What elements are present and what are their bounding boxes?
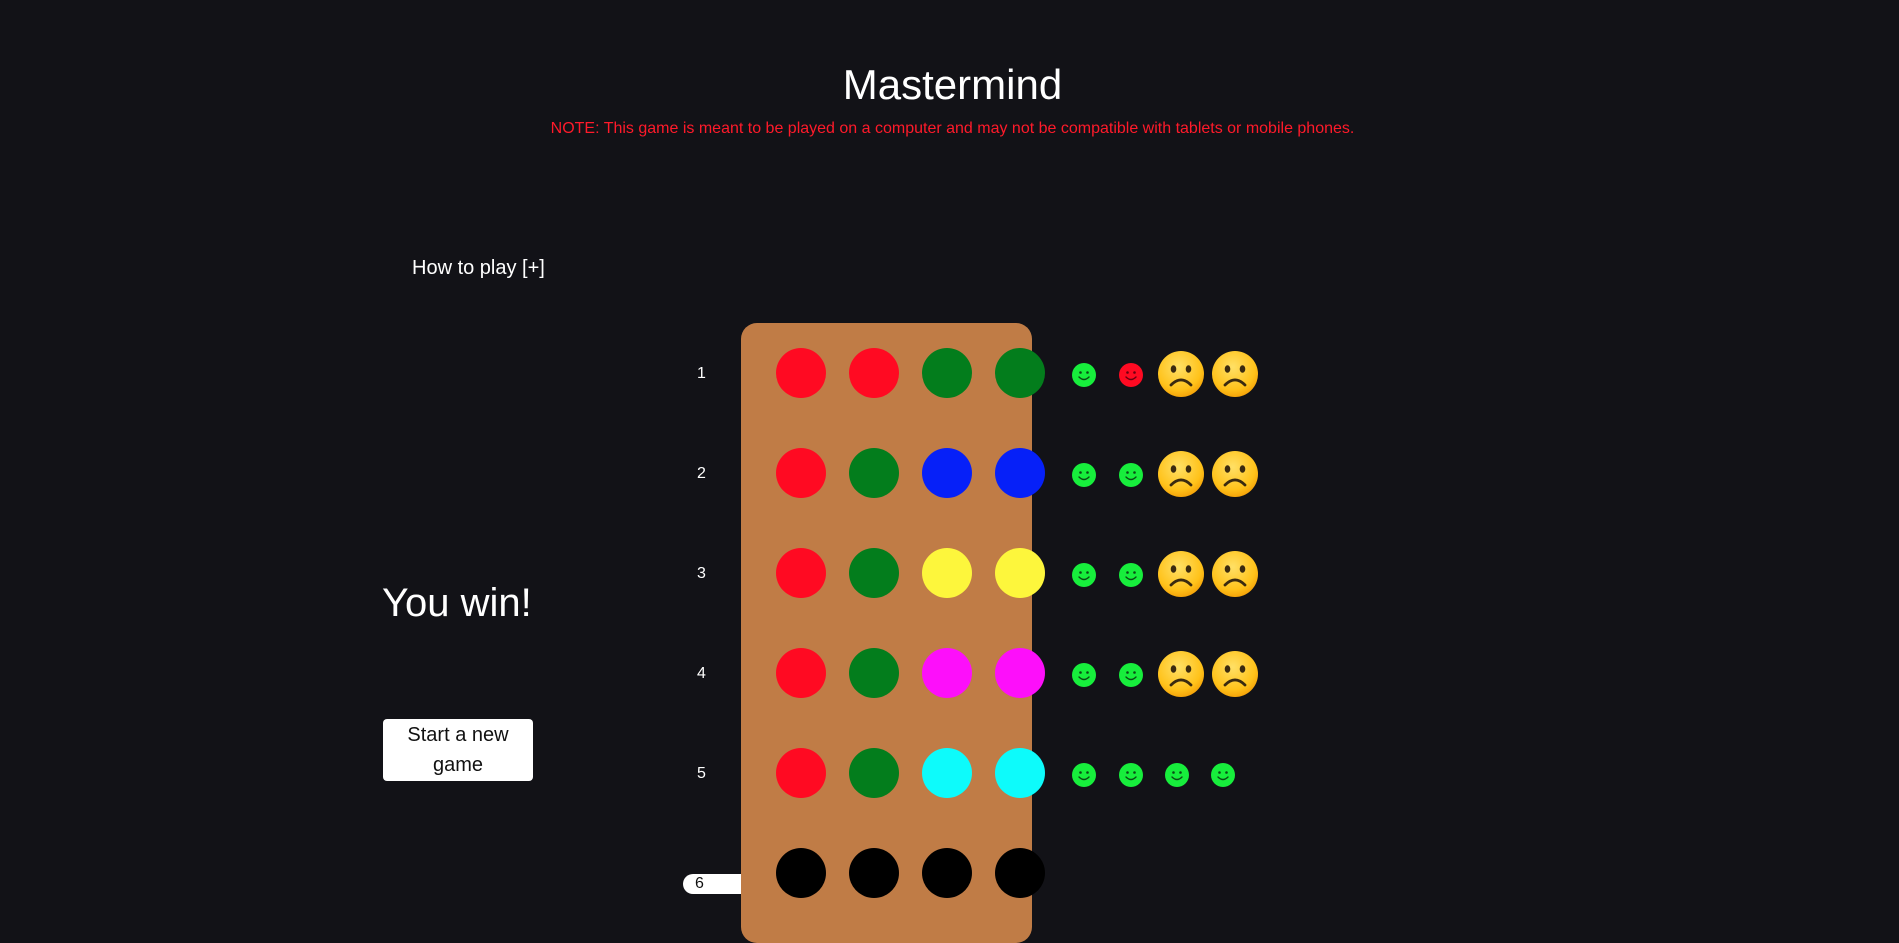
peg-empty[interactable]	[776, 848, 826, 898]
peg-green	[849, 648, 899, 698]
peg-green	[995, 348, 1045, 398]
peg-red	[776, 448, 826, 498]
row-number-6: 6	[683, 874, 741, 894]
frowning-face-icon	[1211, 550, 1259, 598]
exact-smiley-icon	[1072, 663, 1096, 687]
compatibility-note: NOTE: This game is meant to be played on…	[550, 120, 1355, 137]
exact-smiley-icon	[1119, 763, 1143, 787]
frowning-face-icon	[1211, 350, 1259, 398]
peg-empty[interactable]	[922, 848, 972, 898]
peg-cyan	[922, 748, 972, 798]
exact-smiley-icon	[1119, 663, 1143, 687]
peg-green	[849, 748, 899, 798]
row-number-4: 4	[697, 665, 706, 682]
peg-blue	[922, 448, 972, 498]
peg-green	[849, 548, 899, 598]
new-game-button[interactable]: Start a new game	[383, 719, 533, 781]
page-title: Mastermind	[842, 61, 1063, 108]
color-smiley-icon	[1119, 363, 1143, 387]
row-number-3: 3	[697, 565, 706, 582]
peg-blue	[995, 448, 1045, 498]
exact-smiley-icon	[1072, 363, 1096, 387]
frowning-face-icon	[1157, 550, 1205, 598]
peg-red	[776, 548, 826, 598]
row-number-1: 1	[697, 365, 706, 382]
exact-smiley-icon	[1165, 763, 1189, 787]
peg-red	[849, 348, 899, 398]
row-number-5: 5	[697, 765, 706, 782]
frowning-face-icon	[1211, 650, 1259, 698]
exact-smiley-icon	[1072, 763, 1096, 787]
exact-smiley-icon	[1072, 463, 1096, 487]
peg-magenta	[995, 648, 1045, 698]
frowning-face-icon	[1157, 450, 1205, 498]
peg-cyan	[995, 748, 1045, 798]
frowning-face-icon	[1157, 650, 1205, 698]
peg-green	[922, 348, 972, 398]
peg-empty[interactable]	[849, 848, 899, 898]
frowning-face-icon	[1211, 450, 1259, 498]
exact-smiley-icon	[1211, 763, 1235, 787]
game-status-text: You win!	[382, 581, 532, 625]
how-to-play-toggle[interactable]: How to play [+]	[412, 254, 545, 282]
peg-magenta	[922, 648, 972, 698]
peg-red	[776, 648, 826, 698]
peg-yellow	[922, 548, 972, 598]
peg-empty[interactable]	[995, 848, 1045, 898]
exact-smiley-icon	[1072, 563, 1096, 587]
frowning-face-icon	[1157, 350, 1205, 398]
peg-yellow	[995, 548, 1045, 598]
exact-smiley-icon	[1119, 563, 1143, 587]
peg-red	[776, 748, 826, 798]
game-board	[741, 323, 1032, 943]
exact-smiley-icon	[1119, 463, 1143, 487]
peg-red	[776, 348, 826, 398]
row-number-2: 2	[697, 465, 706, 482]
peg-green	[849, 448, 899, 498]
